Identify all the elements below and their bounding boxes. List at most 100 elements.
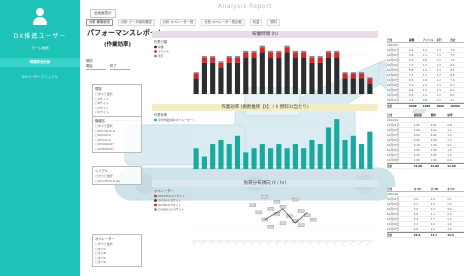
table-cell: 1.5 [447,148,452,152]
bar [210,144,216,169]
x-tick [366,240,370,246]
table-cell: 3.1 [430,212,435,216]
period-to-select[interactable]: 終了 [110,64,130,70]
scatter-point [298,223,305,227]
table-cell: 8.7 [450,83,455,87]
x-tick [300,240,304,246]
table-cell: 4.5 [430,197,435,201]
tab-fuel[interactable]: 燃料 [267,19,280,26]
bar [334,119,340,169]
efficiency-chart[interactable]: 作業効率平均作業効率(オペレーター) [152,111,378,177]
bar [301,52,307,58]
table-cell [450,43,464,47]
column-header[interactable]: アイドル [423,38,437,42]
operating-hours-chart[interactable]: 作業分類稼働アイドル走行 [152,38,378,102]
column-header[interactable]: オペB [431,187,448,191]
table-cell: 01月02日 [387,202,400,206]
tab-operation[interactable]: 分析 稼働状況 [86,19,113,26]
bar [193,148,199,169]
column-header[interactable]: 稼働 [409,38,423,42]
x-tick [333,240,337,246]
column-header[interactable]: 走行 [437,38,451,42]
bar [292,50,298,53]
slicer-item[interactable]: □オペD [95,260,139,265]
column-header[interactable]: 掘削量 [414,113,431,117]
column-header[interactable]: 効率 [447,113,464,117]
period-from-select[interactable]: 開始 [86,64,106,70]
nav-item-manual[interactable]: DXユーザーマニュアル [0,73,80,82]
bar [251,50,257,53]
table-cell [437,43,451,47]
bar [193,73,199,79]
bar [259,52,265,94]
serial-slicer: シリアル □すべて選択 □ZX135US-6 (A) [92,166,142,185]
column-header[interactable]: 燃料 [431,113,448,117]
bar [201,56,207,58]
load-distribution-chart[interactable]: オペレーターZX135US-6 AサイトZX200-6 BサイトZX330-6 … [152,187,378,249]
x-tick [259,240,263,246]
table-cell: 0.3 [436,73,441,77]
fullscreen-button[interactable]: 全画面表示 [90,9,116,18]
column-header[interactable]: 合計 [450,38,464,42]
table-cell: 01月03日 [387,207,400,211]
bar [317,144,323,169]
table-cell: 8.63 [430,123,437,127]
table-cell: 26.8 [413,233,421,237]
x-tick [292,240,296,246]
table-cell: 3.00 [413,133,420,137]
scatter-point [279,205,287,209]
chart-title: 稼働時間 (h) [152,31,378,38]
slicer-title: 現場 [95,87,102,91]
bar [309,62,315,94]
slicer-item[interactable]: □ZX890LCH [95,147,139,152]
nav-item-site-analysis[interactable]: 現場状況分析 [0,58,80,67]
x-tick [193,240,197,246]
slicer-item[interactable]: □ZX135US-6 (A) [95,179,139,184]
table-cell: 2024/01 [387,43,399,47]
user-avatar-icon[interactable] [32,8,48,26]
bar [301,148,307,169]
column-header[interactable]: オペA [414,187,431,191]
table-cell: 8.5 [450,63,455,67]
table-cell: 01月10日 [387,93,400,97]
table-cell: 1.0 [422,83,428,87]
tab-operator-compare[interactable]: 分析 オペレーター別比較 [201,19,245,26]
tab-operator[interactable]: 分析 オペレーター別 [159,19,197,26]
column-header[interactable]: オペC [447,187,464,191]
table-cell: 3.00 [413,148,420,152]
bar [334,50,340,53]
bar [218,139,224,169]
table-cell: 0.2 [436,78,441,82]
bar [226,56,232,58]
slicer-title: オペレーター [95,237,115,241]
bar [218,62,224,68]
nav-item-home[interactable]: ホーム画面 [0,44,80,53]
table-cell: 4.10 [413,143,420,147]
table-cell: 0.3 [436,68,441,72]
bar [350,73,356,79]
tab-data-trend[interactable]: 分析 データ傾向確認 [117,19,155,26]
bar [276,57,282,94]
column-header[interactable]: 日付 [387,113,414,117]
x-tick [226,240,230,246]
bar [259,47,265,53]
bar [317,56,323,58]
legend-item: アイドル [158,50,169,54]
bar [342,78,348,94]
scatter-point [298,209,305,213]
scatter-point [255,210,262,215]
bar [325,127,332,169]
tab-temperature[interactable]: 気温 [249,19,263,26]
x-tick [308,240,313,246]
column-header[interactable]: 日付 [387,187,414,191]
column-header[interactable]: 日付 [387,38,409,42]
bar [243,52,249,58]
table-cell: 2.2 [430,222,435,226]
table-cell: 0.8 [422,98,428,102]
bar [226,57,232,63]
table-cell: 0.8 [447,123,452,127]
sidebar: DX推進ユーザー ホーム画面 現場状況分析 DXユーザーマニュアル [0,0,80,276]
table-cell: 8.02 [430,133,437,137]
table-cell: 2.0 [430,227,435,231]
table-cell: 7.5 [450,58,455,62]
